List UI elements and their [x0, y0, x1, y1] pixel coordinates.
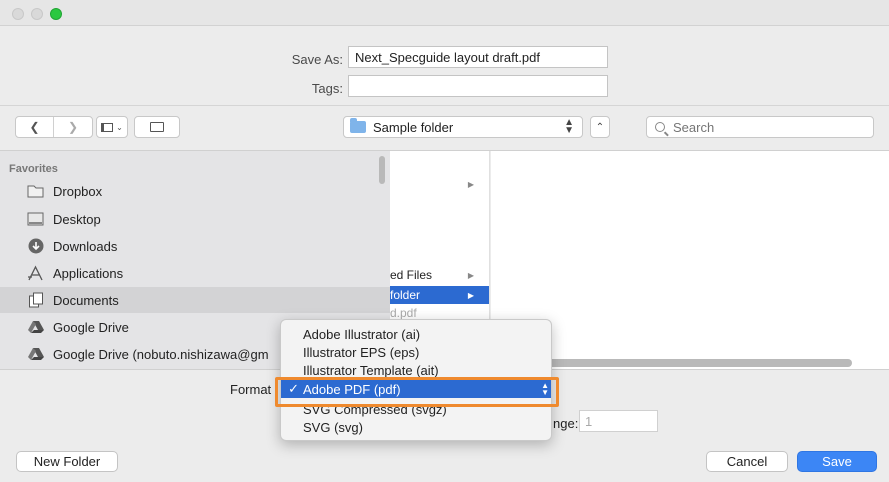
back-button[interactable]: ❮ [16, 117, 54, 137]
sidebar-item-label: Google Drive (nobuto.nishizawa@gm [53, 346, 269, 362]
sidebar-item-label: Dropbox [53, 183, 103, 199]
sidebar-item-label: Documents [53, 292, 119, 308]
folder-icon [350, 118, 366, 133]
range-input[interactable]: 1 [579, 410, 658, 432]
list-item-selected[interactable]: folder ▶ [390, 286, 489, 304]
documents-icon [27, 292, 44, 309]
chevron-down-icon: ⌄ [116, 122, 123, 132]
search-input[interactable] [673, 119, 853, 135]
updown-arrows-icon: ▲ ▼ [564, 117, 574, 136]
list-item[interactable]: ed Files ▶ [390, 266, 489, 284]
menu-item-svg[interactable]: SVG (svg) [281, 418, 551, 436]
forward-button[interactable]: ❯ [54, 117, 92, 137]
sidebar-item-applications[interactable]: Applications [0, 260, 390, 286]
sidebar-heading: Favorites [9, 163, 58, 175]
toolbar-divider [0, 105, 889, 106]
nav-back-forward: ❮ ❯ [15, 116, 93, 138]
sidebar-item-downloads[interactable]: Downloads [0, 233, 390, 259]
list-item-label: d.pdf [390, 306, 417, 320]
sidebar-item-dropbox[interactable]: Dropbox [0, 178, 390, 204]
menu-item-label: Adobe Illustrator (ai) [303, 326, 421, 342]
title-bar [0, 0, 889, 26]
search-field[interactable] [646, 116, 874, 138]
applications-icon [27, 265, 44, 282]
horizontal-scrollbar[interactable] [500, 359, 852, 367]
cancel-button[interactable]: Cancel [706, 451, 788, 472]
new-folder-button[interactable]: New Folder [16, 451, 118, 472]
sidebar-scrollbar[interactable] [379, 156, 385, 184]
zoom-window-button[interactable] [50, 8, 62, 20]
highlight-annotation [275, 377, 559, 407]
close-window-button[interactable] [12, 8, 24, 20]
minimize-window-button[interactable] [31, 8, 43, 20]
sidebar-item-desktop[interactable]: Desktop [0, 206, 390, 232]
save-as-label: Save As: [291, 52, 343, 67]
new-folder-toolbar-button[interactable] [134, 116, 180, 138]
sidebar-item-documents[interactable]: Documents [0, 287, 390, 313]
disclosure-arrow-icon: ▶ [467, 179, 474, 189]
disclosure-arrow-icon: ▶ [467, 270, 474, 280]
disclosure-arrow-icon: ▶ [467, 290, 474, 300]
location-label: Sample folder [373, 119, 454, 135]
google-drive-icon [27, 346, 44, 363]
save-as-input[interactable] [348, 46, 608, 68]
location-popup[interactable]: Sample folder ▲ ▼ [343, 116, 583, 138]
new-folder-icon [150, 122, 164, 132]
chevron-left-icon: ❮ [29, 120, 40, 134]
menu-item-label: Illustrator Template (ait) [303, 362, 439, 378]
list-item-label: ed Files [390, 268, 433, 282]
google-drive-icon [27, 319, 44, 336]
view-mode-button[interactable]: ⌄ [96, 116, 128, 138]
collapse-button[interactable]: ⌃ [590, 116, 610, 138]
range-label: nge: [553, 416, 579, 431]
search-icon [655, 122, 665, 132]
sidebar-item-label: Applications [53, 265, 124, 281]
downloads-icon [27, 238, 44, 255]
folder-icon [27, 183, 44, 200]
menu-item-label: SVG (svg) [303, 419, 363, 435]
columns-view-icon [101, 122, 114, 132]
menu-item-eps[interactable]: Illustrator EPS (eps) [281, 343, 551, 361]
chevron-right-icon: ❯ [67, 120, 79, 134]
sidebar-item-label: Desktop [53, 211, 101, 227]
desktop-icon [27, 211, 44, 228]
sidebar-item-label: Google Drive [53, 319, 129, 335]
save-button[interactable]: Save [797, 451, 877, 472]
format-label: Format [230, 382, 272, 397]
chevron-up-icon: ⌃ [595, 121, 605, 133]
tags-label: Tags: [311, 81, 343, 96]
menu-item-label: Illustrator EPS (eps) [303, 344, 420, 360]
list-item-label: folder [390, 288, 421, 302]
sidebar-item-label: Downloads [53, 238, 118, 254]
tags-input[interactable] [348, 75, 608, 97]
menu-item-ai[interactable]: Adobe Illustrator (ai) [281, 325, 551, 343]
list-item[interactable]: ▶ [390, 175, 489, 193]
